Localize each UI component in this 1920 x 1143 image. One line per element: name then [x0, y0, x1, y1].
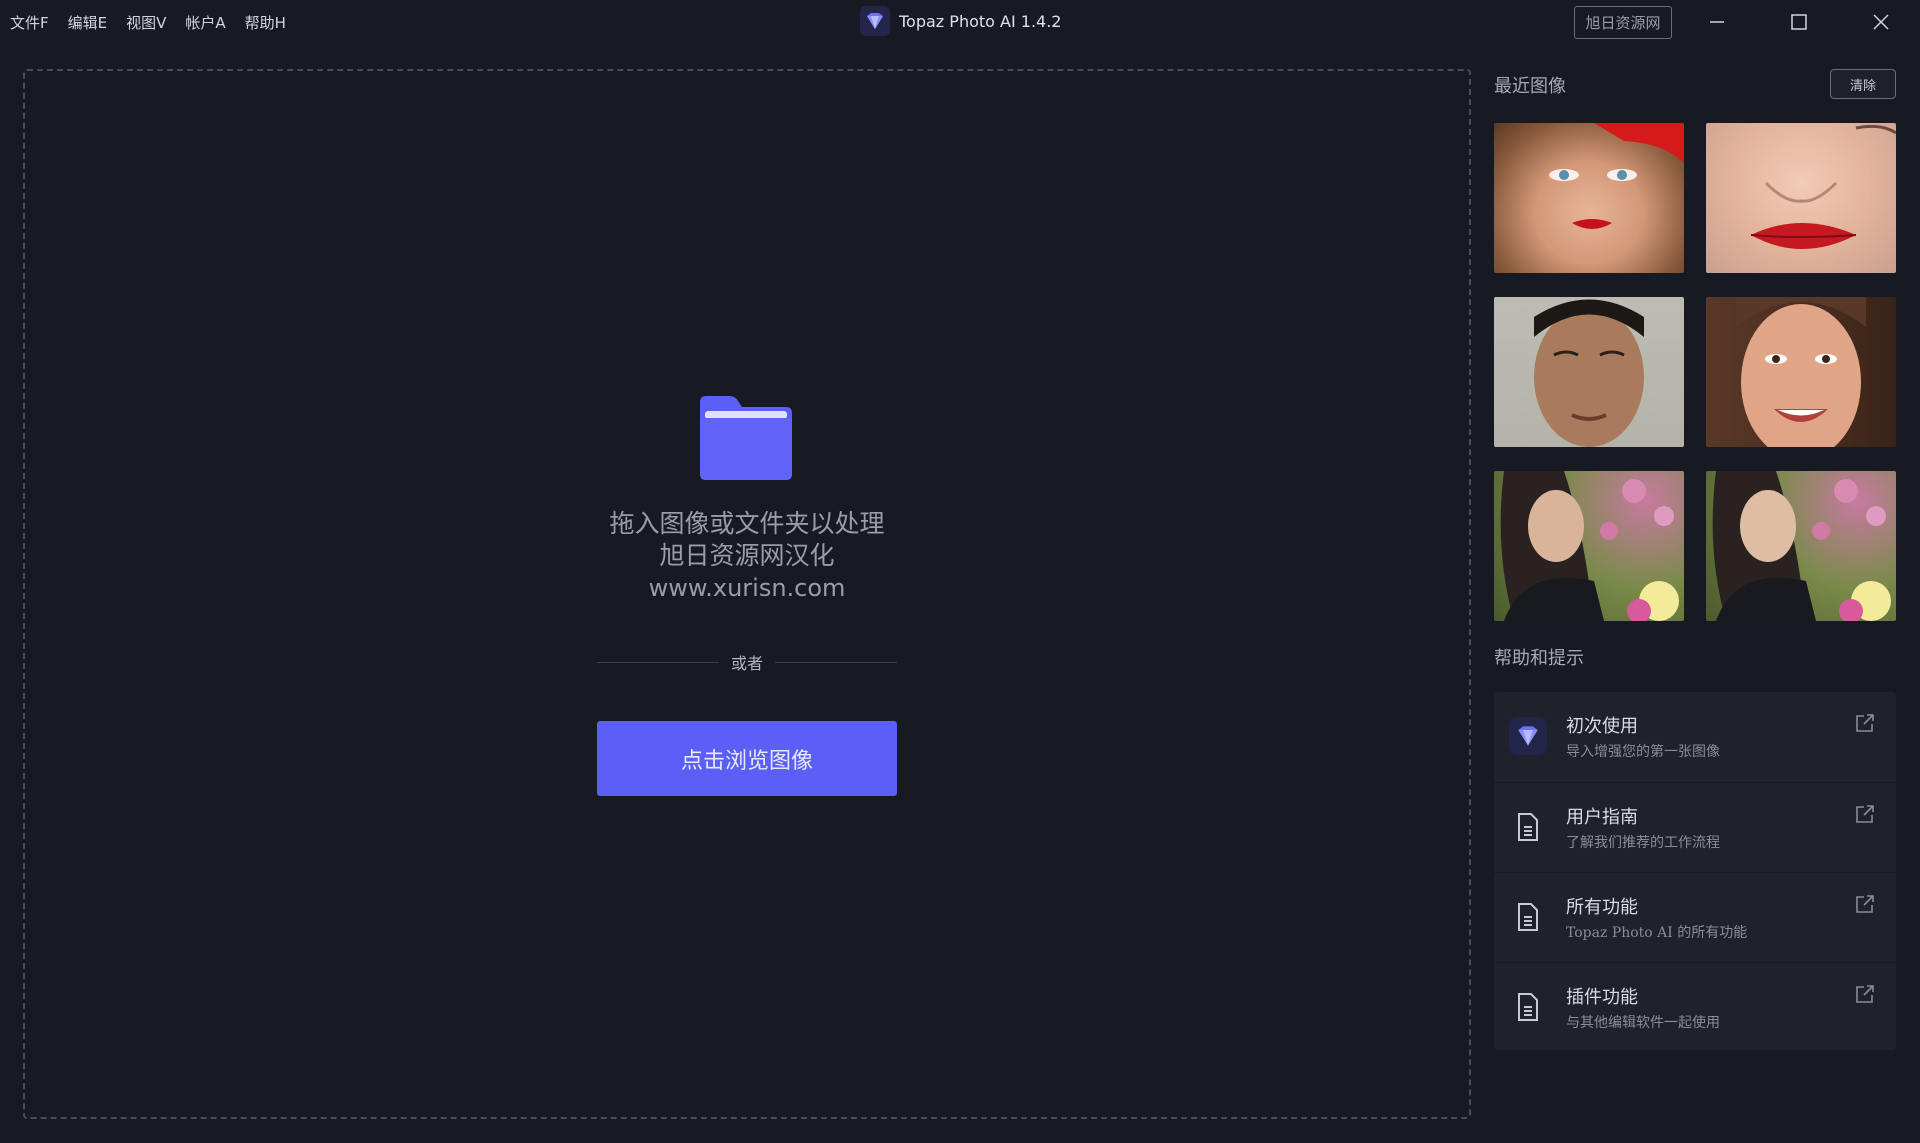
external-link-icon [1854, 803, 1876, 829]
topaz-logo-icon [1508, 716, 1548, 756]
watermark-badge: 旭日资源网 [1574, 6, 1672, 39]
help-item-getting-started[interactable]: 初次使用 导入增强您的第一张图像 [1494, 692, 1896, 781]
help-item-plugins[interactable]: 插件功能 与其他编辑软件一起使用 [1494, 962, 1896, 1051]
minimize-icon [1710, 21, 1724, 23]
recent-thumbnail[interactable] [1706, 471, 1896, 621]
help-item-title: 插件功能 [1566, 987, 1638, 1008]
topaz-logo-icon [860, 6, 890, 36]
maximize-button[interactable] [1769, 0, 1829, 44]
menu-help[interactable]: 帮助H [245, 8, 286, 37]
menu-view[interactable]: 视图V [126, 8, 166, 37]
external-link-icon [1854, 983, 1876, 1009]
browse-images-button[interactable]: 点击浏览图像 [597, 721, 897, 796]
menu-account[interactable]: 帐户A [185, 8, 225, 37]
maximize-icon [1791, 14, 1807, 30]
or-divider: 或者 [597, 650, 898, 674]
menu-bar: 文件F 编辑E 视图V 帐户A 帮助H [10, 8, 305, 37]
help-item-title: 所有功能 [1566, 897, 1638, 918]
folder-icon [696, 394, 796, 486]
drop-url: www.xurisn.com [648, 574, 846, 602]
recent-images-title: 最近图像 [1494, 76, 1566, 97]
drop-instruction: 拖入图像或文件夹以处理 [609, 509, 885, 538]
recent-thumbnail[interactable] [1494, 297, 1684, 447]
clear-button[interactable]: 清除 [1830, 69, 1896, 99]
drop-credit: 旭日资源网汉化 [659, 541, 835, 570]
help-item-subtitle: 与其他编辑软件一起使用 [1566, 1015, 1720, 1031]
app-title: Topaz Photo AI 1.4.2 [860, 6, 1061, 36]
help-item-all-features[interactable]: 所有功能 Topaz Photo AI 的所有功能 [1494, 872, 1896, 961]
external-link-icon [1854, 893, 1876, 919]
help-item-subtitle: 了解我们推荐的工作流程 [1566, 835, 1720, 851]
app-title-text: Topaz Photo AI 1.4.2 [899, 11, 1062, 31]
document-icon [1508, 897, 1548, 937]
help-item-title: 用户指南 [1566, 807, 1638, 828]
menu-edit[interactable]: 编辑E [68, 8, 107, 37]
close-button[interactable] [1851, 0, 1911, 44]
divider-line [597, 661, 719, 663]
minimize-button[interactable] [1687, 0, 1747, 44]
recent-thumbnail[interactable] [1494, 471, 1684, 621]
document-icon [1508, 807, 1548, 847]
help-list: 初次使用 导入增强您的第一张图像 用户指南 了解我们推荐的工作流程 所有功能 T… [1494, 692, 1896, 1050]
or-text: 或者 [731, 654, 764, 673]
document-icon [1508, 987, 1548, 1027]
external-link-icon [1854, 712, 1876, 738]
help-item-title: 初次使用 [1566, 716, 1638, 737]
close-icon [1873, 14, 1889, 30]
help-item-user-guide[interactable]: 用户指南 了解我们推荐的工作流程 [1494, 782, 1896, 871]
help-item-subtitle: Topaz Photo AI 的所有功能 [1566, 925, 1748, 941]
help-tips-title: 帮助和提示 [1494, 648, 1584, 669]
help-item-subtitle: 导入增强您的第一张图像 [1566, 744, 1720, 760]
recent-thumbnail[interactable] [1494, 123, 1684, 273]
recent-thumbnail[interactable] [1706, 297, 1896, 447]
divider-line [775, 661, 898, 663]
recent-thumbnail[interactable] [1706, 123, 1896, 273]
menu-file[interactable]: 文件F [10, 8, 49, 37]
title-bar: 文件F 编辑E 视图V 帐户A 帮助H Topaz Photo AI 1.4.2… [0, 0, 1920, 44]
